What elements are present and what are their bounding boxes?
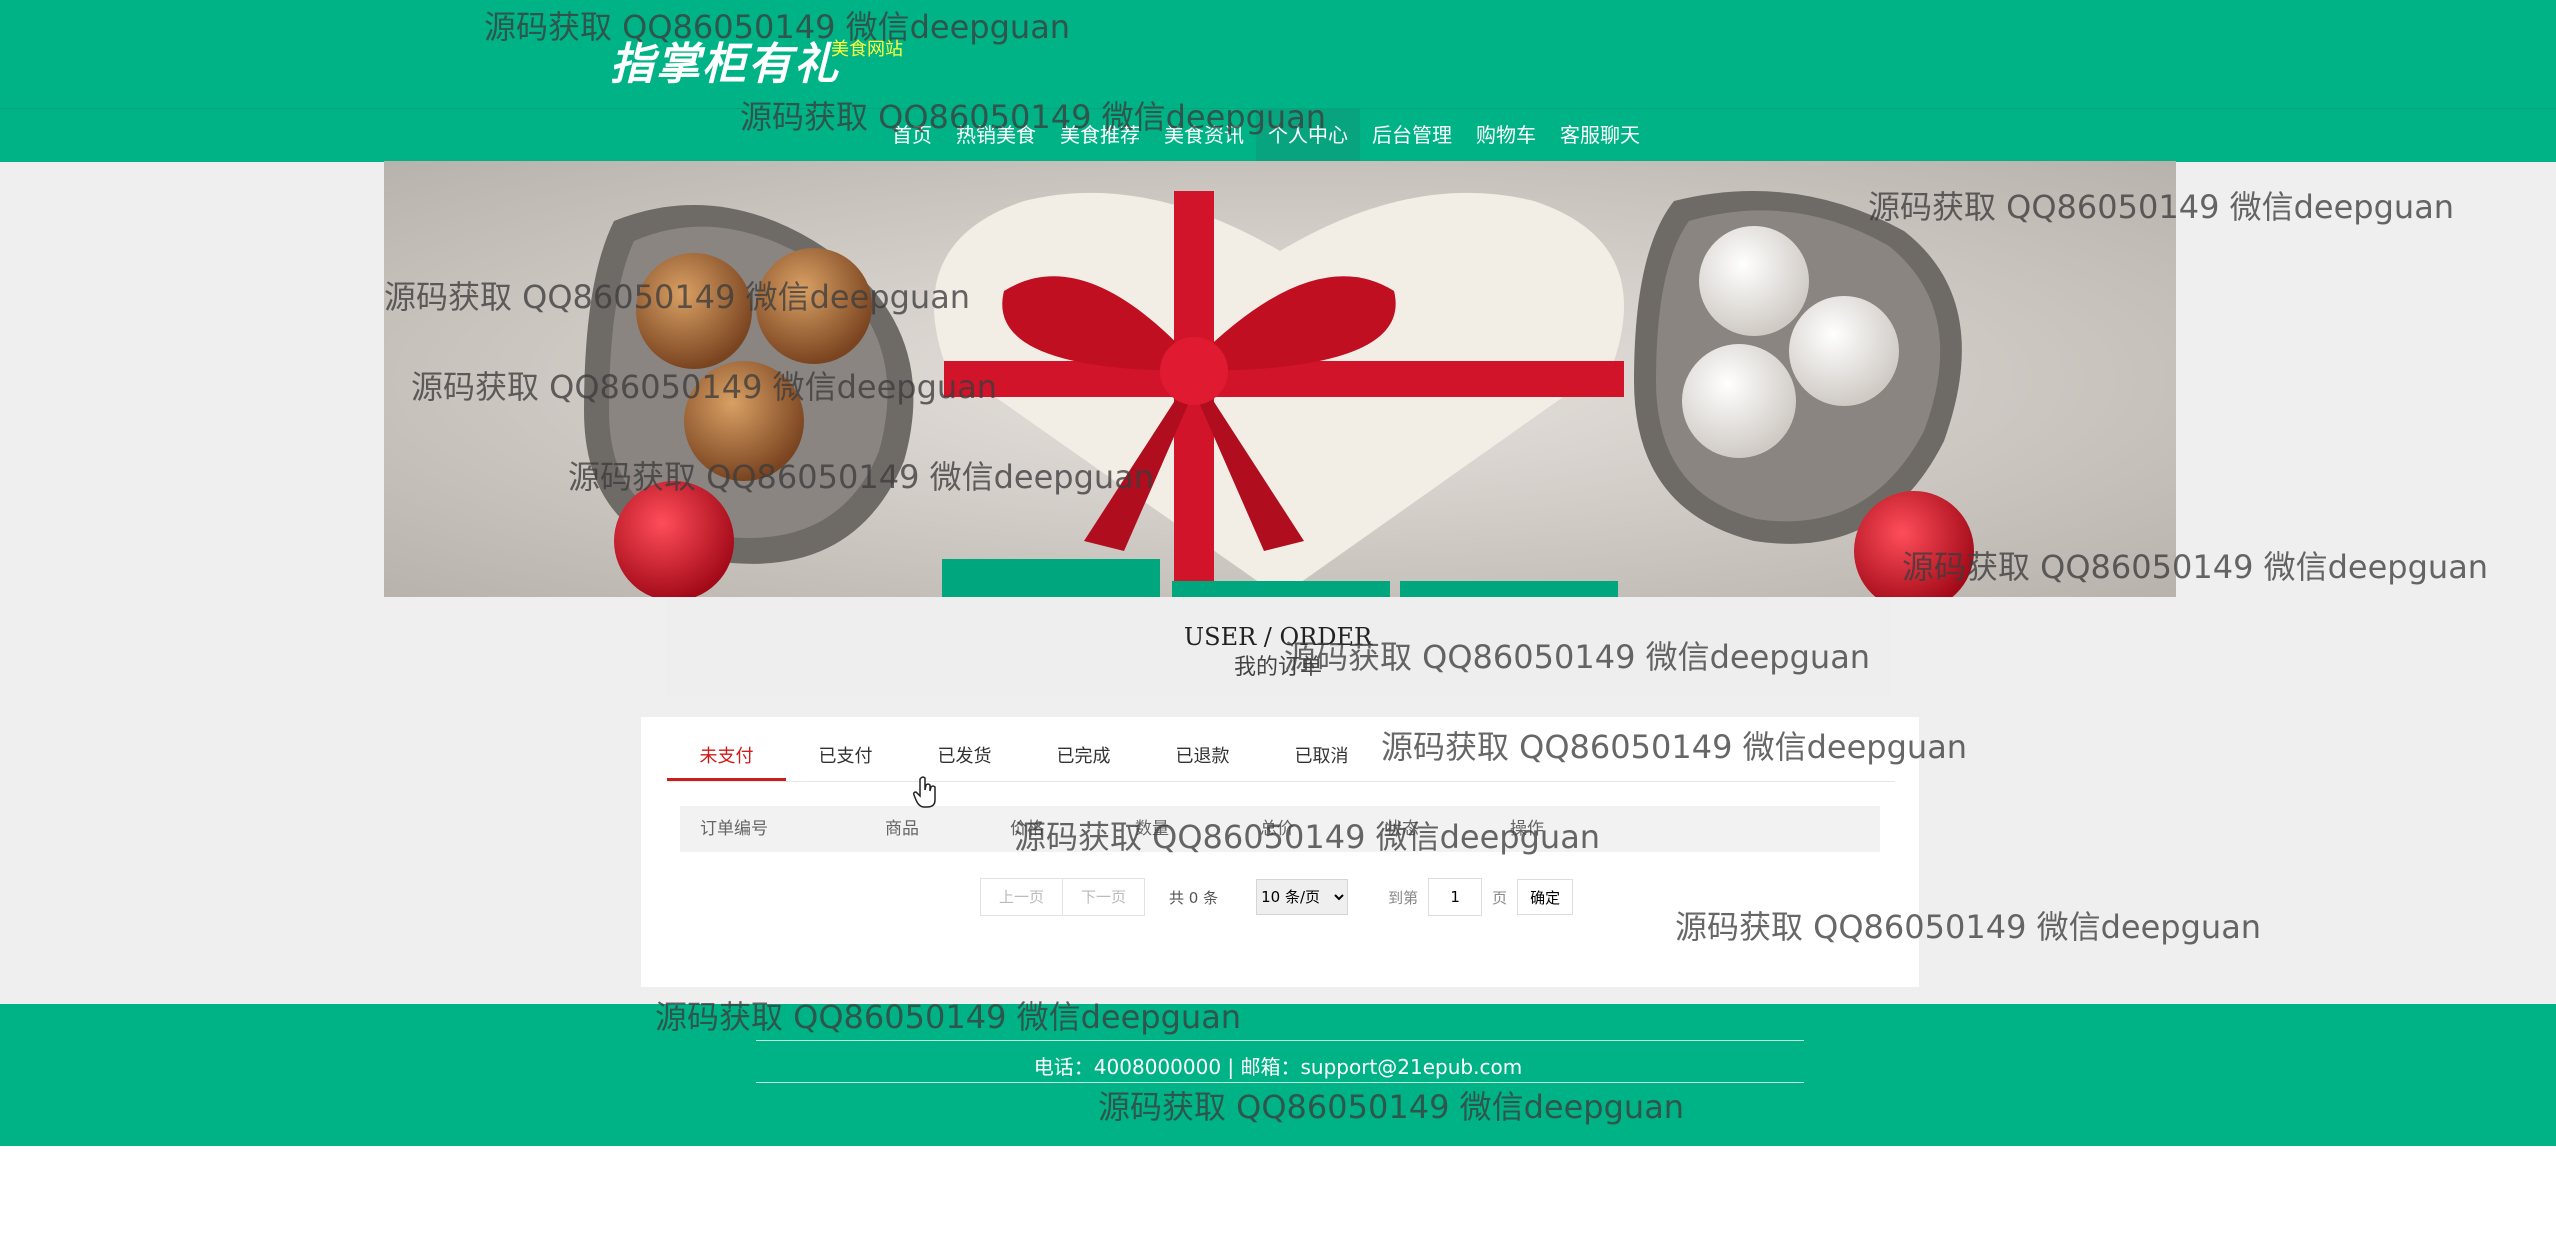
confirm-page-button[interactable]: 确定 xyxy=(1517,879,1574,915)
nav-item-news[interactable]: 美食资讯 xyxy=(1152,109,1256,162)
tab-shipped[interactable]: 已发货 xyxy=(905,733,1024,780)
banner-image xyxy=(384,161,2176,597)
column-product: 商品 xyxy=(885,819,919,839)
pagination: 上一页 下一页 共 0 条 10 条/页 到第 页 确定 xyxy=(980,878,1574,916)
order-status-tabs: 未支付 已支付 已发货 已完成 已退款 已取消 xyxy=(667,733,1895,782)
footer-divider-top xyxy=(756,1040,1804,1041)
nav-item-admin[interactable]: 后台管理 xyxy=(1360,109,1464,162)
hand-cursor-icon xyxy=(913,776,936,808)
nav-item-cart[interactable]: 购物车 xyxy=(1464,109,1548,162)
next-page-button[interactable]: 下一页 xyxy=(1063,878,1146,916)
footer-contact: 电话：4008000000 | 邮箱：support@21epub.com xyxy=(1033,1055,1523,1079)
nav-item-hot-food[interactable]: 热销美食 xyxy=(944,109,1048,162)
page-size-select[interactable]: 10 条/页 xyxy=(1256,879,1349,915)
column-actions: 操作 xyxy=(1510,819,1544,839)
order-table-header: 订单编号 商品 价格 数量 总价 状态 操作 xyxy=(680,806,1880,852)
tab-refunded[interactable]: 已退款 xyxy=(1143,733,1262,780)
column-order-no: 订单编号 xyxy=(700,819,768,839)
column-quantity: 数量 xyxy=(1135,819,1169,839)
page-unit-label: 页 xyxy=(1492,888,1508,907)
nav-item-home[interactable]: 首页 xyxy=(880,109,944,162)
order-panel: 未支付 已支付 已发货 已完成 已退款 已取消 订单编号 商品 价格 数量 总价… xyxy=(641,717,1919,987)
site-logo[interactable]: 指掌柜有礼 xyxy=(610,28,840,92)
nav-item-recommend[interactable]: 美食推荐 xyxy=(1048,109,1152,162)
nav-item-chat[interactable]: 客服聊天 xyxy=(1548,109,1652,162)
prev-page-button[interactable]: 上一页 xyxy=(980,878,1064,916)
main-nav: 首页 热销美食 美食推荐 美食资讯 个人中心 后台管理 购物车 客服聊天 xyxy=(0,108,2556,162)
page-bottom xyxy=(0,1146,2556,1248)
column-price: 价格 xyxy=(1010,819,1044,839)
section-title-en: USER / ORDER xyxy=(1183,623,1373,651)
tab-completed[interactable]: 已完成 xyxy=(1024,733,1143,780)
site-footer: 电话：4008000000 | 邮箱：support@21epub.com xyxy=(0,1004,2556,1146)
site-subtitle: 美食网站 xyxy=(831,39,903,60)
goto-label: 到第 xyxy=(1388,888,1419,907)
tab-paid[interactable]: 已支付 xyxy=(786,733,905,780)
section-title: USER / ORDER 我的订单 xyxy=(666,597,1890,697)
column-total: 总价 xyxy=(1260,819,1294,839)
footer-divider-bottom xyxy=(756,1082,1804,1083)
tab-cancelled[interactable]: 已取消 xyxy=(1262,733,1381,780)
total-count: 共 0 条 xyxy=(1169,888,1219,907)
page-number-input[interactable] xyxy=(1428,878,1483,916)
tab-unpaid[interactable]: 未支付 xyxy=(667,733,786,781)
column-status: 状态 xyxy=(1385,819,1419,839)
site-header: 指掌柜有礼 美食网站 xyxy=(0,0,2556,108)
section-title-cn: 我的订单 xyxy=(1233,655,1322,680)
nav-item-user-center[interactable]: 个人中心 xyxy=(1256,109,1360,162)
